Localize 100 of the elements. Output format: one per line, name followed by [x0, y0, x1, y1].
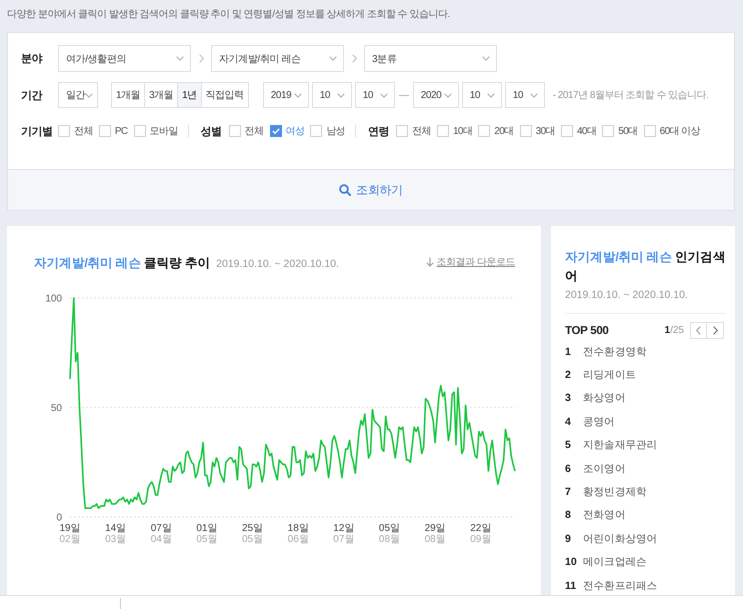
- next-page-button[interactable]: [707, 322, 724, 339]
- checkbox[interactable]: [134, 125, 146, 137]
- download-link[interactable]: 조회결과 다운로드: [426, 255, 515, 269]
- day-dropdown[interactable]: 10: [354, 82, 395, 108]
- search-term[interactable]: 메이크업레슨: [583, 555, 647, 570]
- y-axis-label: 0: [56, 512, 62, 524]
- checkbox[interactable]: [560, 125, 573, 137]
- chevron-down-icon: [85, 92, 94, 98]
- checkbox-label[interactable]: 40대: [576, 124, 596, 138]
- x-axis-label: 05일 08월: [378, 523, 400, 545]
- chevron-right-icon: [352, 54, 356, 63]
- rank-number: 5: [565, 439, 572, 452]
- chevron-down-icon: [486, 92, 495, 98]
- dash-icon: [398, 94, 409, 96]
- rank-number: 1: [565, 346, 572, 358]
- chevron-right-icon: [198, 54, 204, 63]
- search-term[interactable]: 어린이화상영어: [583, 532, 658, 546]
- month-dropdown[interactable]: 10: [312, 82, 352, 108]
- chevron-down-icon: [176, 56, 184, 61]
- checkbox[interactable]: [520, 125, 532, 137]
- checkbox-label[interactable]: 모바일: [150, 124, 178, 138]
- search-term[interactable]: 지한솔재무관리: [583, 438, 658, 452]
- search-term[interactable]: 전화영어: [583, 508, 626, 522]
- checkbox-label[interactable]: 여성: [286, 124, 304, 138]
- day-dropdown[interactable]: 10: [504, 82, 545, 108]
- x-axis-label: 14일 03월: [105, 523, 126, 545]
- chevron-down-icon: [380, 92, 388, 98]
- chevron-down-icon: [482, 56, 490, 61]
- rank-number: 8: [565, 509, 572, 522]
- checkbox[interactable]: [396, 125, 408, 137]
- checkbox-label[interactable]: 전체: [74, 124, 93, 138]
- search-term[interactable]: 화상영어: [583, 391, 626, 406]
- checkbox[interactable]: [228, 125, 241, 137]
- ranking-title: 자기계발/취미 레슨 인기검색어: [565, 249, 726, 285]
- description-text: 다양한 분야에서 클릭이 발생한 검색어의 클릭량 추이 및 연령별/성별 정보를 상세하게 조회할 수 있습니다.: [7, 8, 450, 21]
- category-dropdown[interactable]: 여가/생활편의: [58, 45, 191, 72]
- checkbox[interactable]: [310, 125, 322, 137]
- download-icon: [426, 257, 434, 267]
- chevron-down-icon: [444, 92, 452, 98]
- month-dropdown[interactable]: 10: [462, 82, 502, 108]
- rank-number: 9: [565, 532, 572, 545]
- chevron-down-icon: [329, 56, 337, 61]
- x-axis-label: 07일 04월: [150, 523, 172, 545]
- rank-number: 3: [565, 392, 572, 404]
- checkbox[interactable]: [478, 125, 490, 137]
- x-axis-label: 19일 02월: [59, 523, 81, 545]
- x-axis-label: 18일 06월: [288, 523, 309, 545]
- date-range: 2019.10.10. ~ 2020.10.10.: [216, 258, 340, 270]
- x-axis-label: 29일 08월: [424, 523, 446, 545]
- rank-number: 10: [565, 556, 578, 568]
- interval-dropdown[interactable]: 일간: [58, 82, 98, 108]
- filter-label: 분야: [21, 52, 44, 66]
- checkbox[interactable]: [436, 125, 449, 137]
- x-axis-label: 25일 05월: [242, 523, 264, 545]
- search-button[interactable]: 조회하기: [8, 169, 734, 210]
- search-term[interactable]: 리딩게이트: [583, 368, 636, 382]
- filter-label: 연령: [368, 124, 390, 138]
- filter-label: 성별: [200, 124, 222, 138]
- rank-number: 2: [565, 369, 572, 382]
- previous-page-button[interactable]: [690, 322, 707, 339]
- rank-number: 6: [565, 462, 572, 475]
- checkbox-label[interactable]: 50대: [618, 124, 638, 138]
- x-axis-label: 01일 05월: [196, 523, 218, 545]
- search-term[interactable]: 전수환경영학: [583, 344, 647, 359]
- checkbox-label[interactable]: 20대: [494, 124, 514, 138]
- rank-number: 7: [565, 486, 572, 498]
- year-dropdown[interactable]: 2019: [262, 82, 309, 108]
- rank-number: 4: [565, 416, 572, 428]
- chevron-down-icon: [336, 92, 345, 98]
- checkbox-label[interactable]: 남성: [326, 124, 346, 138]
- search-term[interactable]: 전수환프리패스: [583, 578, 658, 593]
- category-dropdown[interactable]: 3분류: [364, 45, 497, 72]
- y-axis-label: 50: [50, 403, 62, 414]
- checkbox-label[interactable]: 전체: [244, 124, 264, 138]
- chevron-right-icon: [712, 326, 718, 335]
- checkbox[interactable]: [58, 125, 70, 137]
- checkbox-label[interactable]: 30대: [536, 124, 555, 138]
- search-term[interactable]: 콩영어: [583, 414, 615, 429]
- date-range-note: - 2017년 8월부터 조회할 수 있습니다.: [552, 89, 708, 102]
- period-tab[interactable]: 1년: [178, 83, 202, 107]
- checkbox[interactable]: [602, 125, 614, 137]
- category-dropdown[interactable]: 자기계발/취미 레슨: [211, 45, 344, 72]
- checkbox-label[interactable]: PC: [114, 126, 128, 136]
- chevron-left-icon: [696, 326, 701, 335]
- search-term[interactable]: 황정빈경제학: [583, 485, 647, 500]
- search-term[interactable]: 조이영어: [583, 462, 626, 476]
- checkbox[interactable]: [270, 125, 282, 137]
- checkbox-label[interactable]: 전체: [412, 124, 431, 138]
- y-axis-label: 100: [45, 294, 62, 304]
- x-axis-label: 22일 09월: [470, 523, 492, 545]
- page-indicator: 1/25: [664, 325, 684, 336]
- checkbox[interactable]: [98, 125, 111, 137]
- year-dropdown[interactable]: 2020: [412, 82, 459, 108]
- chevron-down-icon: [530, 92, 538, 98]
- checkbox[interactable]: [644, 125, 656, 137]
- x-axis-label: 12일 07월: [333, 523, 354, 545]
- checkbox-label[interactable]: 10대: [452, 124, 472, 138]
- checkbox-label[interactable]: 60대 이상: [660, 124, 700, 138]
- rank-number: 11: [565, 580, 578, 592]
- chart-title: 자기계발/취미 레슨 클릭량 추이: [34, 255, 210, 272]
